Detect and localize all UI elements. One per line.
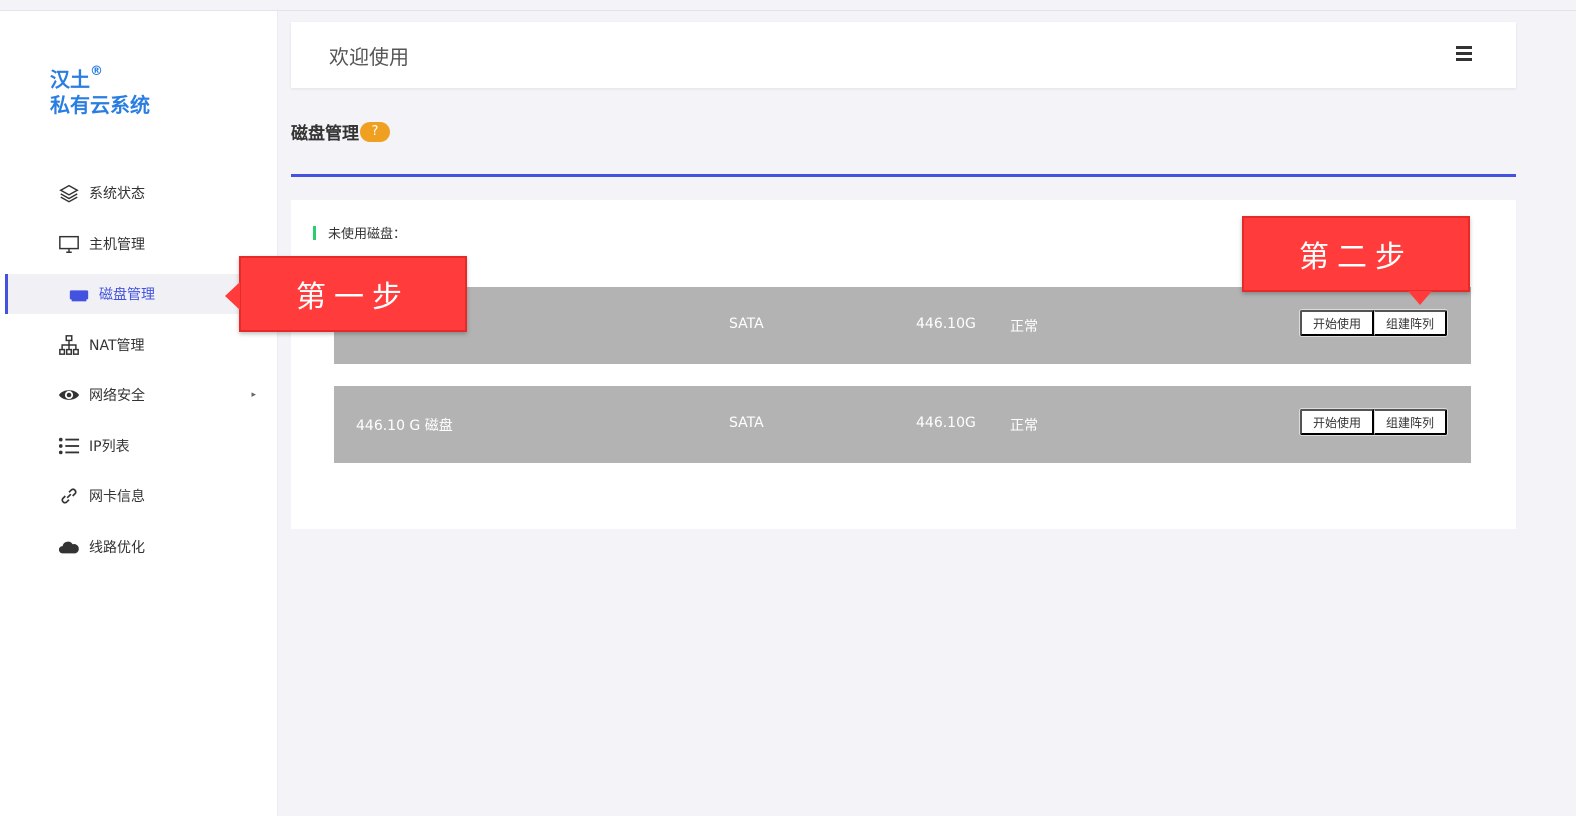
sidebar-item-label: 线路优化 — [89, 539, 145, 556]
layers-icon — [58, 182, 80, 204]
disk-icon — [68, 283, 90, 305]
sidebar-item-label: 网卡信息 — [89, 489, 145, 505]
sidebar: 汉土® 私有云系统 系统状态 主机管理 磁盘管理 NAT管理 网络安全 ▸ IP… — [0, 11, 278, 816]
create-raid-button[interactable]: 组建阵列 — [1373, 310, 1447, 336]
registered-mark: ® — [90, 64, 103, 79]
network-tree-icon — [58, 334, 80, 356]
disk-status: 正常 — [1010, 319, 1038, 335]
disk-status: 正常 — [1010, 418, 1038, 434]
eye-icon — [58, 384, 80, 406]
header-title: 欢迎使用 — [329, 45, 409, 69]
sidebar-item-nic-info[interactable]: 网卡信息 — [0, 476, 278, 516]
disk-actions: 开始使用 组建阵列 — [1298, 309, 1448, 337]
section-label: 未使用磁盘： — [313, 223, 406, 242]
brand-logo: 汉土® 私有云系统 — [50, 63, 150, 118]
sidebar-item-line-optimization[interactable]: 线路优化 — [0, 527, 278, 567]
sidebar-item-network-security[interactable]: 网络安全 ▸ — [0, 375, 278, 415]
link-icon — [58, 485, 80, 507]
sidebar-item-label: 磁盘管理 — [99, 287, 155, 303]
top-border — [0, 0, 1576, 11]
list-icon — [58, 435, 80, 457]
sidebar-item-system-status[interactable]: 系统状态 — [0, 173, 278, 213]
disk-row: SATA 446.10G 正常 开始使用 组建阵列 — [334, 287, 1471, 364]
submenu-arrow-icon: ▸ — [251, 390, 256, 400]
header-bar: 欢迎使用 — [291, 22, 1516, 88]
sidebar-item-nat-management[interactable]: NAT管理 — [0, 325, 278, 365]
disk-row: 446.10 G 磁盘 SATA 446.10G 正常 开始使用 组建阵列 — [334, 386, 1471, 463]
disk-actions: 开始使用 组建阵列 — [1298, 408, 1448, 436]
step-two-callout: 第二步 — [1242, 216, 1470, 305]
create-raid-button[interactable]: 组建阵列 — [1373, 409, 1447, 435]
page-title-text: 磁盘管理 — [291, 124, 359, 144]
disk-size: 446.10G — [916, 415, 976, 431]
sidebar-nav: 系统状态 主机管理 磁盘管理 NAT管理 网络安全 ▸ IP列表 网卡信息 线路… — [0, 173, 278, 577]
section-label-text: 未使用磁盘： — [328, 227, 407, 242]
step-one-callout: 第一步 — [225, 256, 467, 332]
start-use-button[interactable]: 开始使用 — [1299, 310, 1374, 336]
title-divider — [291, 174, 1516, 177]
sidebar-item-ip-list[interactable]: IP列表 — [0, 426, 278, 466]
brand-name-line1: 汉土 — [50, 67, 90, 92]
disk-name: 446.10 G 磁盘 — [356, 418, 453, 434]
disk-type: SATA — [729, 415, 764, 431]
help-icon[interactable]: ? — [360, 121, 390, 142]
disk-size: 446.10G — [916, 316, 976, 332]
page-title: 磁盘管理 ? — [291, 119, 390, 144]
sidebar-item-host-management[interactable]: 主机管理 — [0, 224, 278, 264]
hamburger-icon[interactable] — [1456, 46, 1472, 61]
section-marker — [313, 225, 316, 240]
brand-name-line2: 私有云系统 — [50, 92, 150, 117]
monitor-icon — [58, 233, 80, 255]
sidebar-item-label: 主机管理 — [89, 236, 145, 253]
cloud-icon — [58, 536, 80, 558]
start-use-button[interactable]: 开始使用 — [1299, 409, 1374, 435]
sidebar-item-label: 网络安全 — [89, 388, 145, 404]
sidebar-item-label: 系统状态 — [89, 186, 145, 202]
sidebar-item-label: IP列表 — [89, 438, 130, 455]
sidebar-item-label: NAT管理 — [89, 337, 145, 354]
disk-type: SATA — [729, 316, 764, 332]
